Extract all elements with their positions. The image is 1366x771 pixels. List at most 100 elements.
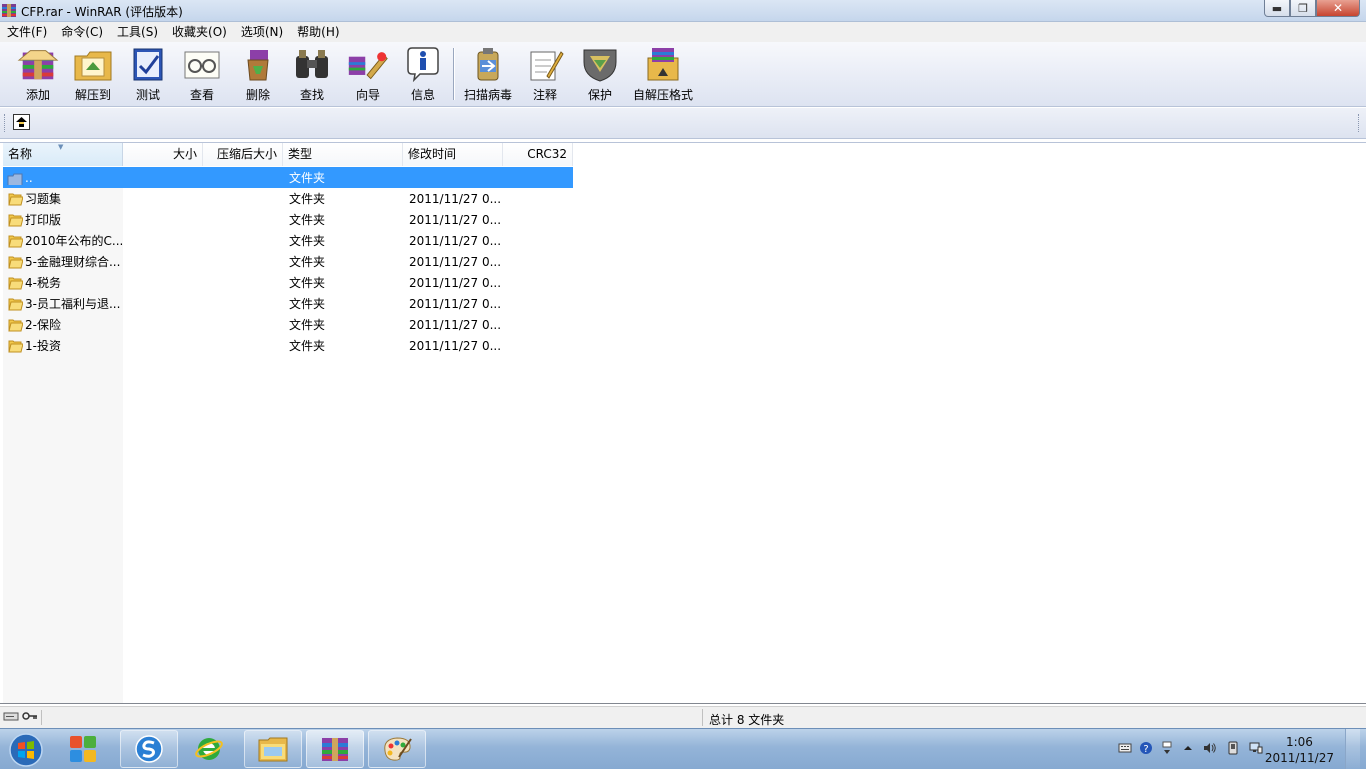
wizard-label: 向导: [355, 88, 380, 102]
table-row[interactable]: .. 文件夹: [3, 167, 573, 188]
folder-icon: [8, 256, 23, 269]
window-title: CFP.rar - WinRAR (评估版本): [21, 5, 183, 19]
taskbar-ie[interactable]: [180, 730, 238, 768]
menu-options[interactable]: 选项(N): [234, 22, 290, 42]
row-name: 习题集: [3, 190, 123, 207]
row-modified: 2011/11/27 0...: [409, 233, 502, 248]
keyboard-icon[interactable]: [1118, 741, 1132, 755]
wizard-button[interactable]: 向导: [344, 46, 392, 102]
drive-icon[interactable]: [3, 710, 19, 722]
table-row[interactable]: 习题集 文件夹 2011/11/27 0...: [3, 188, 573, 209]
maximize-button[interactable]: ❐: [1290, 0, 1316, 17]
internet-explorer-icon: [195, 738, 223, 760]
status-summary: 总计 8 文件夹: [709, 713, 785, 727]
sogou-s-icon: [135, 735, 163, 763]
row-modified: 2011/11/27 0...: [409, 191, 502, 206]
clock[interactable]: 1:06 2011/11/27: [1265, 734, 1334, 766]
info-icon: [407, 47, 439, 82]
row-modified: 2011/11/27 0...: [409, 296, 502, 311]
test-button[interactable]: 测试: [126, 46, 170, 102]
add-label: 添加: [25, 88, 50, 102]
column-crc32[interactable]: CRC32: [503, 143, 573, 166]
comment-label: 注释: [532, 88, 557, 102]
taskbar-explorer[interactable]: [244, 730, 302, 768]
folder-icon: [8, 298, 23, 311]
table-row[interactable]: 2010年公布的C... 文件夹 2011/11/27 0...: [3, 230, 573, 251]
protect-button[interactable]: 保护: [578, 46, 622, 102]
column-packed[interactable]: 压缩后大小: [203, 143, 283, 166]
wizard-icon: [348, 52, 388, 80]
row-type: 文件夹: [289, 213, 326, 227]
key-icon[interactable]: [22, 710, 38, 722]
row-type: 文件夹: [289, 297, 326, 311]
view-button[interactable]: 查看: [180, 46, 224, 102]
file-list[interactable]: 名称 ▼ 大小 压缩后大小 类型 修改时间 CRC32 .. 文件夹 习题集 文…: [0, 142, 1366, 704]
toolbar-grip[interactable]: [4, 114, 7, 132]
row-type: 文件夹: [289, 171, 326, 185]
taskbar-app-tiles[interactable]: [54, 730, 112, 768]
column-type[interactable]: 类型: [283, 143, 403, 166]
taskbar-winrar[interactable]: [306, 730, 364, 768]
info-button[interactable]: 信息: [402, 46, 444, 102]
row-type: 文件夹: [289, 339, 326, 353]
help-icon[interactable]: ?: [1139, 741, 1153, 755]
colored-tiles-icon: [70, 736, 96, 762]
folder-up-icon: [7, 173, 23, 185]
table-row[interactable]: 5-金融理财综合... 文件夹 2011/11/27 0...: [3, 251, 573, 272]
status-bar: 总计 8 文件夹: [0, 706, 1366, 728]
title-bar[interactable]: CFP.rar - WinRAR (评估版本) ▬ ❐ ✕: [0, 0, 1366, 22]
taskbar-sogou[interactable]: [120, 730, 178, 768]
row-name: 4-税务: [3, 274, 123, 291]
start-button[interactable]: [6, 732, 46, 768]
row-name: 打印版: [3, 211, 123, 228]
paint-palette-icon: [384, 737, 412, 761]
sfx-button[interactable]: 自解压格式: [632, 46, 694, 102]
column-name[interactable]: 名称 ▼: [3, 143, 123, 166]
show-desktop-button[interactable]: [1345, 729, 1360, 769]
row-name: 2-保险: [3, 316, 123, 333]
volume-icon[interactable]: [1203, 741, 1217, 755]
close-button[interactable]: ✕: [1316, 0, 1360, 17]
winrar-app-icon: [2, 4, 16, 17]
network-icon[interactable]: [1249, 741, 1263, 755]
menu-bar: 文件(F) 命令(C) 工具(S) 收藏夹(O) 选项(N) 帮助(H): [0, 22, 1366, 42]
column-name-label: 名称: [8, 147, 33, 161]
add-button[interactable]: 添加: [14, 46, 62, 102]
minimize-button[interactable]: ▬: [1264, 0, 1290, 17]
column-modified[interactable]: 修改时间: [403, 143, 503, 166]
menu-help[interactable]: 帮助(H): [290, 22, 346, 42]
virus-scan-button[interactable]: 扫描病毒: [462, 46, 514, 102]
toolbar-grip-right[interactable]: [1358, 114, 1361, 132]
row-modified: 2011/11/27 0...: [409, 254, 502, 269]
folder-icon: [8, 214, 23, 227]
menu-file[interactable]: 文件(F): [0, 22, 54, 42]
table-row[interactable]: 4-税务 文件夹 2011/11/27 0...: [3, 272, 573, 293]
column-size[interactable]: 大小: [123, 143, 203, 166]
extract-to-button[interactable]: 解压到: [70, 46, 116, 102]
test-archive-icon: [133, 48, 163, 81]
table-row[interactable]: 打印版 文件夹 2011/11/27 0...: [3, 209, 573, 230]
table-row[interactable]: 1-投资 文件夹 2011/11/27 0...: [3, 335, 573, 356]
table-row[interactable]: 3-员工福利与退... 文件夹 2011/11/27 0...: [3, 293, 573, 314]
find-button[interactable]: 查找: [290, 46, 334, 102]
table-row[interactable]: 2-保险 文件夹 2011/11/27 0...: [3, 314, 573, 335]
row-type: 文件夹: [289, 255, 326, 269]
show-hidden-icons-icon[interactable]: [1181, 741, 1195, 755]
clock-date: 2011/11/27: [1264, 751, 1334, 765]
menu-favorites[interactable]: 收藏夹(O): [165, 22, 234, 42]
sort-down-icon: ▼: [58, 143, 64, 151]
menu-commands[interactable]: 命令(C): [54, 22, 110, 42]
delete-button[interactable]: 删除: [236, 46, 280, 102]
virus-scan-label: 扫描病毒: [463, 88, 512, 102]
taskbar-paint[interactable]: [368, 730, 426, 768]
comment-button[interactable]: 注释: [524, 46, 566, 102]
extract-folder-icon: [74, 51, 112, 81]
sfx-archive-icon: [647, 48, 679, 81]
device-icon[interactable]: [1226, 741, 1240, 755]
ime-options-icon[interactable]: [1160, 741, 1174, 755]
row-name: 2010年公布的C...: [3, 232, 123, 249]
window-controls: ▬ ❐ ✕: [1264, 0, 1360, 18]
up-folder-button[interactable]: [13, 114, 30, 130]
menu-tools[interactable]: 工具(S): [110, 22, 165, 42]
virus-scan-icon: [477, 48, 499, 81]
